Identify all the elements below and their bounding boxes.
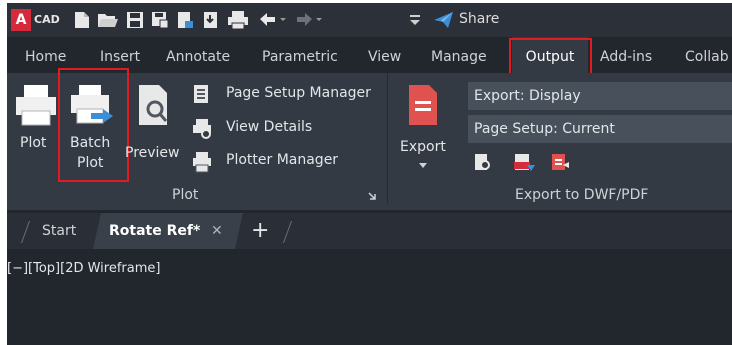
customize-icon[interactable] (409, 10, 421, 30)
plot-panel-title: Plot (172, 187, 199, 203)
plot-label: Plot (20, 135, 47, 151)
panel-launcher-icon[interactable] (367, 191, 377, 201)
app-logo[interactable]: A (11, 9, 31, 31)
page-setup-dropdown[interactable]: Page Setup: Current (468, 115, 732, 143)
share-icon[interactable] (433, 10, 455, 30)
open-icon[interactable] (97, 10, 119, 30)
tab-manage[interactable]: Manage (431, 37, 487, 73)
preview-button[interactable]: Preview (125, 83, 185, 163)
tab-divider (20, 221, 31, 243)
viewport-controls-label[interactable]: [−][Top][2D Wireframe] (7, 261, 160, 276)
plot-button[interactable]: Plot (11, 83, 61, 163)
tab-annotate[interactable]: Annotate (166, 37, 230, 73)
export-dropdown-arrow-icon (419, 163, 427, 168)
tab-divider (282, 221, 293, 243)
plot-icon (16, 85, 56, 126)
redo-icon[interactable] (293, 10, 323, 30)
tab-parametric[interactable]: Parametric (262, 37, 338, 73)
file-tab-title: Rotate Ref* (109, 223, 201, 239)
share-label[interactable]: Share (459, 11, 499, 27)
file-tab-start[interactable]: Start (42, 213, 76, 249)
page-setup-manager-label: Page Setup Manager (226, 85, 371, 101)
panel-separator (387, 73, 388, 203)
view-details-icon (193, 119, 211, 139)
plotter-manager-label: Plotter Manager (226, 152, 339, 168)
autocad-window: A CAD Share Home Insert Annotate Paramet… (7, 3, 732, 345)
export-button[interactable]: Export (395, 83, 453, 173)
view-details-label: View Details (226, 119, 313, 135)
export-display-dropdown[interactable]: Export: Display (468, 82, 732, 110)
tab-collab[interactable]: Collab (685, 37, 729, 73)
plotter-manager-icon (193, 152, 211, 173)
page-setup-manager-button[interactable]: Page Setup Manager (190, 83, 380, 109)
app-logo-text: CAD (34, 13, 60, 26)
preview-label: Preview (125, 145, 180, 161)
export-label: Export (400, 139, 446, 155)
file-tab-bar: Start Rotate Ref* ✕ + (7, 213, 732, 249)
preview-export-icon[interactable] (473, 153, 493, 173)
new-icon[interactable] (73, 10, 91, 30)
batch-plot-highlight (58, 68, 129, 182)
plotter-manager-button[interactable]: Plotter Manager (190, 150, 380, 176)
page-setup-icon (194, 85, 208, 103)
undo-icon[interactable] (257, 10, 287, 30)
upload-icon[interactable] (175, 10, 195, 30)
close-icon[interactable]: ✕ (211, 213, 223, 249)
new-tab-button[interactable]: + (251, 213, 269, 249)
quick-access-toolbar: A CAD Share (7, 3, 732, 37)
export-icon (409, 85, 437, 125)
tab-add-ins[interactable]: Add-ins (600, 37, 652, 73)
download-icon[interactable] (201, 10, 221, 30)
save-icon[interactable] (125, 10, 145, 30)
save-as-icon[interactable] (150, 10, 170, 30)
dwf-export-icon[interactable] (513, 153, 537, 173)
export-panel-title: Export to DWF/PDF (515, 187, 649, 203)
pdf-export-icon[interactable] (549, 153, 573, 173)
tab-view[interactable]: View (368, 37, 401, 73)
preview-icon (139, 85, 168, 125)
view-details-button[interactable]: View Details (190, 117, 380, 143)
file-tab-rotate-ref[interactable]: Rotate Ref* ✕ (93, 213, 243, 249)
ribbon-output: Plot Batch Plot Preview Page Setup Manag… (7, 68, 732, 210)
print-icon[interactable] (227, 10, 249, 30)
